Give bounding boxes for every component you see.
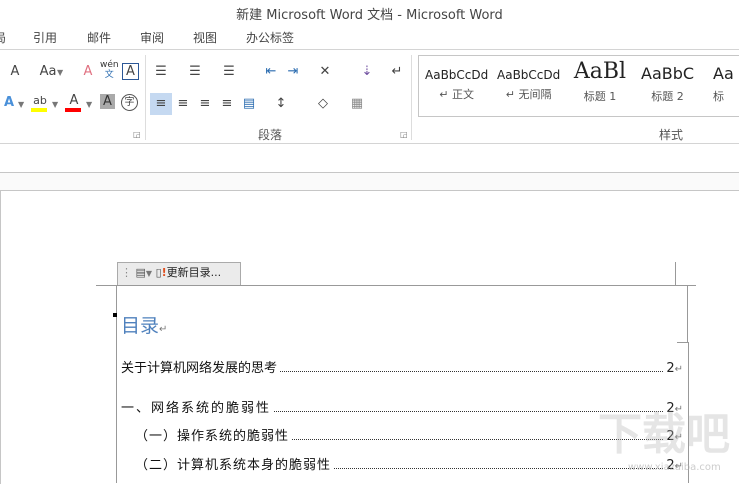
chinese-layout-icon[interactable]: ✕ <box>316 63 334 81</box>
chevron-down-icon[interactable]: ▼ <box>52 100 58 109</box>
distributed-button[interactable]: ▤ <box>240 95 258 113</box>
toc-leader <box>334 468 664 469</box>
numbering-icon[interactable]: ☰ <box>186 63 204 81</box>
group-label-paragraph: 段落 <box>258 128 283 142</box>
style-name: ↵ 无间隔 <box>505 88 552 101</box>
tab-layout[interactable]: 局 <box>0 29 6 46</box>
drag-handle-icon[interactable]: ⋮ <box>121 266 132 279</box>
toc-leader <box>280 371 664 372</box>
workspace-band <box>0 173 739 190</box>
watermark-logo: 下载吧 <box>598 409 730 460</box>
chevron-down-icon[interactable]: ▼ <box>146 269 152 278</box>
style-preview: AaBl <box>573 60 627 84</box>
style-heading-2[interactable]: AaBbC 标题 2 <box>641 64 694 104</box>
tab-view[interactable]: 视图 <box>193 29 217 46</box>
style-preview: AaBbC <box>641 64 695 83</box>
line-spacing-icon[interactable]: ↕ <box>272 95 290 113</box>
window-title: 新建 Microsoft Word 文档 - Microsoft Word <box>236 8 503 23</box>
align-left-button[interactable]: ≡ <box>150 93 172 115</box>
group-separator <box>411 55 412 140</box>
style-heading-1[interactable]: AaBl 标题 1 <box>569 60 631 104</box>
toc-document-icon[interactable]: ▤ <box>136 266 146 279</box>
phonetic-sub: 文 <box>104 70 114 80</box>
style-title[interactable]: Aa 标 <box>713 64 734 104</box>
style-name: 标题 1 <box>583 90 617 103</box>
tab-references[interactable]: 引用 <box>33 29 57 46</box>
style-preview: Aa <box>713 64 734 83</box>
toc-entry[interactable]: 关于计算机网络发展的思考 2 ↵ <box>121 357 683 376</box>
toc-entry-text: （一）操作系统的脆弱性 <box>135 429 290 444</box>
decrease-indent-icon[interactable]: ⇤ <box>262 63 280 81</box>
chevron-down-icon[interactable]: ▼ <box>18 100 24 109</box>
chevron-down-icon[interactable]: ▼ <box>57 68 63 77</box>
char-border-icon[interactable]: A <box>122 63 139 80</box>
watermark-url: www.xiazaiba.com <box>628 462 721 473</box>
bullets-icon[interactable]: ☰ <box>152 63 170 81</box>
phonetic-guide-icon[interactable]: wén 文 <box>100 60 119 80</box>
content-control-top-line <box>96 285 696 286</box>
show-marks-icon[interactable]: ↵ <box>388 63 406 81</box>
style-name: 标题 2 <box>651 90 684 103</box>
clear-format-icon[interactable]: A <box>79 63 97 81</box>
tab-mailings[interactable]: 邮件 <box>87 29 111 46</box>
text-effect-icon[interactable]: A <box>0 94 18 112</box>
style-name: 标 <box>713 90 724 103</box>
chevron-down-icon[interactable]: ▼ <box>86 100 92 109</box>
paragraph-mark-icon: ↵ <box>159 324 168 335</box>
paragraph-dialog-launcher-icon[interactable]: ◲ <box>400 130 408 139</box>
style-name: ↵ 正文 <box>439 88 474 101</box>
style-preview: AaBbCcDd <box>425 68 489 82</box>
grow-font-icon[interactable]: A <box>6 63 24 81</box>
group-label-styles: 样式 <box>659 128 684 142</box>
font-dialog-launcher-icon[interactable]: ◲ <box>133 130 141 139</box>
tab-review[interactable]: 审阅 <box>140 29 164 46</box>
highlight-color-bar <box>31 108 47 112</box>
style-no-spacing[interactable]: AaBbCcDd ↵ 无间隔 <box>497 68 560 102</box>
toc-entry-text: 关于计算机网络发展的思考 <box>121 361 278 376</box>
toc-entry-text: （二）计算机系统本身的脆弱性 <box>135 458 332 473</box>
shading-icon[interactable]: ◇ <box>314 95 332 113</box>
char-shading-icon[interactable]: A <box>100 94 115 109</box>
update-toc-button[interactable]: ▯!更新目录... <box>156 266 222 279</box>
paragraph-anchor-icon <box>113 313 117 317</box>
toc-page-number: 2 <box>666 361 675 376</box>
toc-heading-text: 目录 <box>121 315 160 337</box>
borders-icon[interactable]: ▦ <box>348 95 366 113</box>
content-control-tab <box>677 285 688 343</box>
font-color-bar <box>65 108 81 112</box>
group-separator <box>145 55 146 140</box>
ribbon-top-border <box>0 49 739 50</box>
increase-indent-icon[interactable]: ⇥ <box>284 63 302 81</box>
style-normal[interactable]: AaBbCcDd ↵ 正文 <box>425 68 488 102</box>
justify-button[interactable]: ≡ <box>218 95 236 113</box>
style-preview: AaBbCcDd <box>497 68 561 82</box>
multilevel-list-icon[interactable]: ☰ <box>220 63 238 81</box>
paragraph-mark-icon: ↵ <box>674 364 683 375</box>
align-center-button[interactable]: ≡ <box>174 95 192 113</box>
enclose-char-icon[interactable]: 字 <box>121 94 138 111</box>
toc-heading: 目录↵ <box>121 311 167 338</box>
margin-marker <box>675 262 676 286</box>
align-right-button[interactable]: ≡ <box>196 95 214 113</box>
update-toc-label: 更新目录... <box>166 266 222 279</box>
sort-icon[interactable]: ⇣ <box>358 63 376 81</box>
toc-entry-text: 一、网络系统的脆弱性 <box>121 401 272 416</box>
toc-toolbar: ⋮ ▤▼ ▯!更新目录... <box>117 262 241 285</box>
phonetic-label: wén <box>100 60 119 70</box>
tab-office-tab[interactable]: 办公标签 <box>246 29 294 46</box>
ribbon-bottom-border <box>0 143 739 144</box>
styles-gallery: AaBbCcDd ↵ 正文 AaBbCcDd ↵ 无间隔 AaBl 标题 1 AaBb… <box>418 55 739 117</box>
